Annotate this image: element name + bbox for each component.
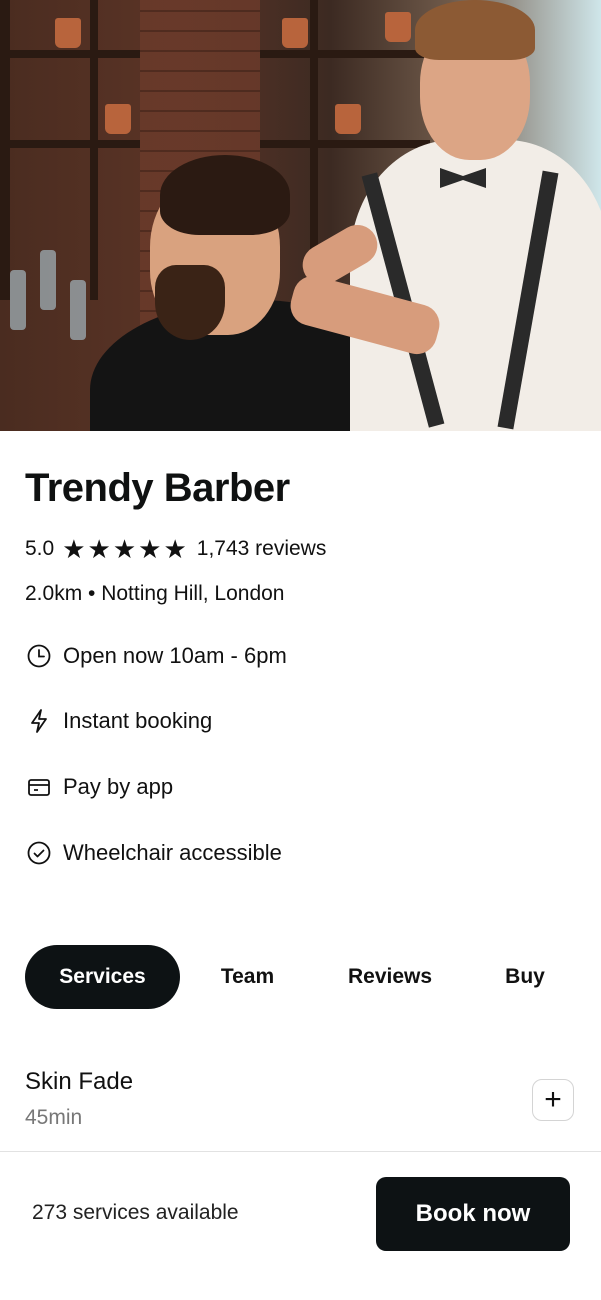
wallet-icon bbox=[25, 773, 53, 801]
tab-reviews[interactable]: Reviews bbox=[325, 945, 455, 1009]
lightning-icon bbox=[25, 707, 53, 735]
location-text: 2.0km • Notting Hill, London bbox=[25, 582, 285, 605]
plus-icon: + bbox=[544, 1083, 562, 1116]
shelf-post bbox=[310, 0, 318, 250]
hero-photo bbox=[0, 0, 601, 431]
feature-pay-by-app: Pay by app bbox=[25, 773, 173, 801]
shelf bbox=[0, 50, 140, 58]
shelf-post bbox=[0, 0, 10, 300]
rating-row[interactable]: 5.0 ★ ★ ★ ★ ★ 1,743 reviews bbox=[25, 535, 326, 563]
service-duration: 45min bbox=[25, 1106, 83, 1129]
section-tabs: Services Team Reviews Buy bbox=[25, 945, 585, 1009]
bottle bbox=[10, 270, 26, 330]
star-icon: ★ bbox=[163, 534, 187, 564]
star-icon: ★ bbox=[62, 534, 86, 564]
service-name: Skin Fade bbox=[25, 1068, 134, 1095]
check-circle-icon bbox=[25, 839, 53, 867]
book-now-button[interactable]: Book now bbox=[376, 1177, 570, 1251]
plant-pot bbox=[55, 18, 81, 48]
feature-wheelchair: Wheelchair accessible bbox=[25, 839, 282, 867]
footer-divider bbox=[0, 1151, 601, 1152]
shop-title: Trendy Barber bbox=[25, 466, 290, 510]
client-hair bbox=[160, 155, 290, 235]
feature-hours: Open now 10am - 6pm bbox=[25, 642, 287, 670]
feature-label: Wheelchair accessible bbox=[63, 840, 282, 865]
shelf bbox=[0, 140, 140, 148]
star-icon: ★ bbox=[112, 534, 137, 564]
star-icon: ★ bbox=[138, 534, 162, 564]
client-beard bbox=[155, 265, 225, 340]
feature-instant-booking: Instant booking bbox=[25, 707, 212, 735]
rating-value: 5.0 bbox=[25, 537, 55, 560]
shelf bbox=[260, 50, 430, 58]
plant-pot bbox=[335, 104, 361, 134]
star-icon: ★ bbox=[87, 534, 111, 564]
feature-label: Instant booking bbox=[63, 708, 213, 733]
bottle bbox=[70, 280, 86, 340]
plant-pot bbox=[105, 104, 131, 134]
shelf-post bbox=[90, 0, 98, 300]
plant-pot bbox=[385, 12, 411, 42]
feature-label: Open now 10am - 6pm bbox=[63, 643, 287, 668]
plant-pot bbox=[282, 18, 308, 48]
services-available-text: 273 services available bbox=[32, 1201, 239, 1224]
tab-buy[interactable]: Buy bbox=[480, 945, 570, 1009]
bottle bbox=[40, 250, 56, 310]
feature-label: Pay by app bbox=[63, 774, 174, 799]
add-service-button[interactable]: + bbox=[532, 1079, 574, 1121]
shelf bbox=[260, 140, 430, 148]
review-count[interactable]: 1,743 reviews bbox=[197, 537, 327, 561]
tab-services[interactable]: Services bbox=[25, 945, 180, 1009]
barber-hair bbox=[415, 0, 535, 60]
star-rating: ★ ★ ★ ★ ★ bbox=[62, 536, 189, 562]
tab-team[interactable]: Team bbox=[195, 945, 300, 1009]
clock-icon bbox=[25, 642, 53, 670]
